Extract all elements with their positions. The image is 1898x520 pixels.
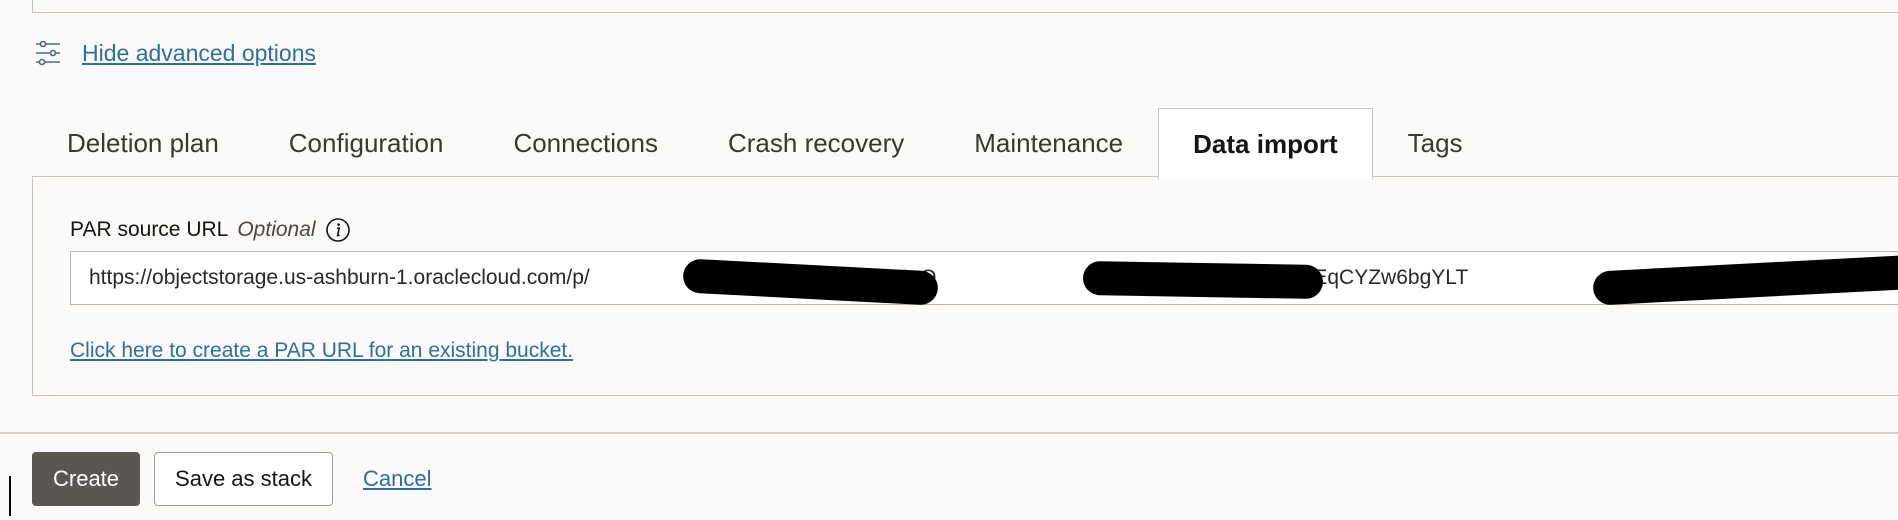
previous-section-panel [32,0,1898,13]
form-actions: Create Save as stack Cancel [32,452,431,506]
url-value-text: https://objectstorage.us-ashburn-1.oracl… [89,266,1835,289]
sliders-icon [34,39,62,67]
par-source-url-label: PAR source URL Optional [70,217,351,243]
save-as-stack-button[interactable]: Save as stack [154,452,333,506]
tab-deletion-plan[interactable]: Deletion plan [32,108,254,177]
info-icon[interactable] [325,217,351,243]
hide-advanced-options-link[interactable]: Hide advanced options [82,40,316,67]
field-label-text: PAR source URL [70,218,229,241]
advanced-options-tabs: Deletion plan Configuration Connections … [32,108,1498,179]
tab-maintenance[interactable]: Maintenance [939,108,1158,177]
optional-label: Optional [237,218,316,241]
tab-crash-recovery[interactable]: Crash recovery [693,108,939,177]
data-import-panel: PAR source URL Optional https://objectst… [32,176,1898,396]
create-par-url-link[interactable]: Click here to create a PAR URL for an ex… [70,339,573,363]
tab-connections[interactable]: Connections [478,108,693,177]
text-cursor [9,476,11,516]
redaction-mark [1082,260,1324,300]
tab-configuration[interactable]: Configuration [254,108,479,177]
advanced-options-toggle[interactable]: Hide advanced options [34,38,316,68]
footer-divider [0,432,1898,434]
create-button[interactable]: Create [32,452,141,506]
tab-data-import[interactable]: Data import [1158,108,1373,179]
cancel-link[interactable]: Cancel [363,466,431,492]
tab-tags[interactable]: Tags [1373,108,1498,177]
